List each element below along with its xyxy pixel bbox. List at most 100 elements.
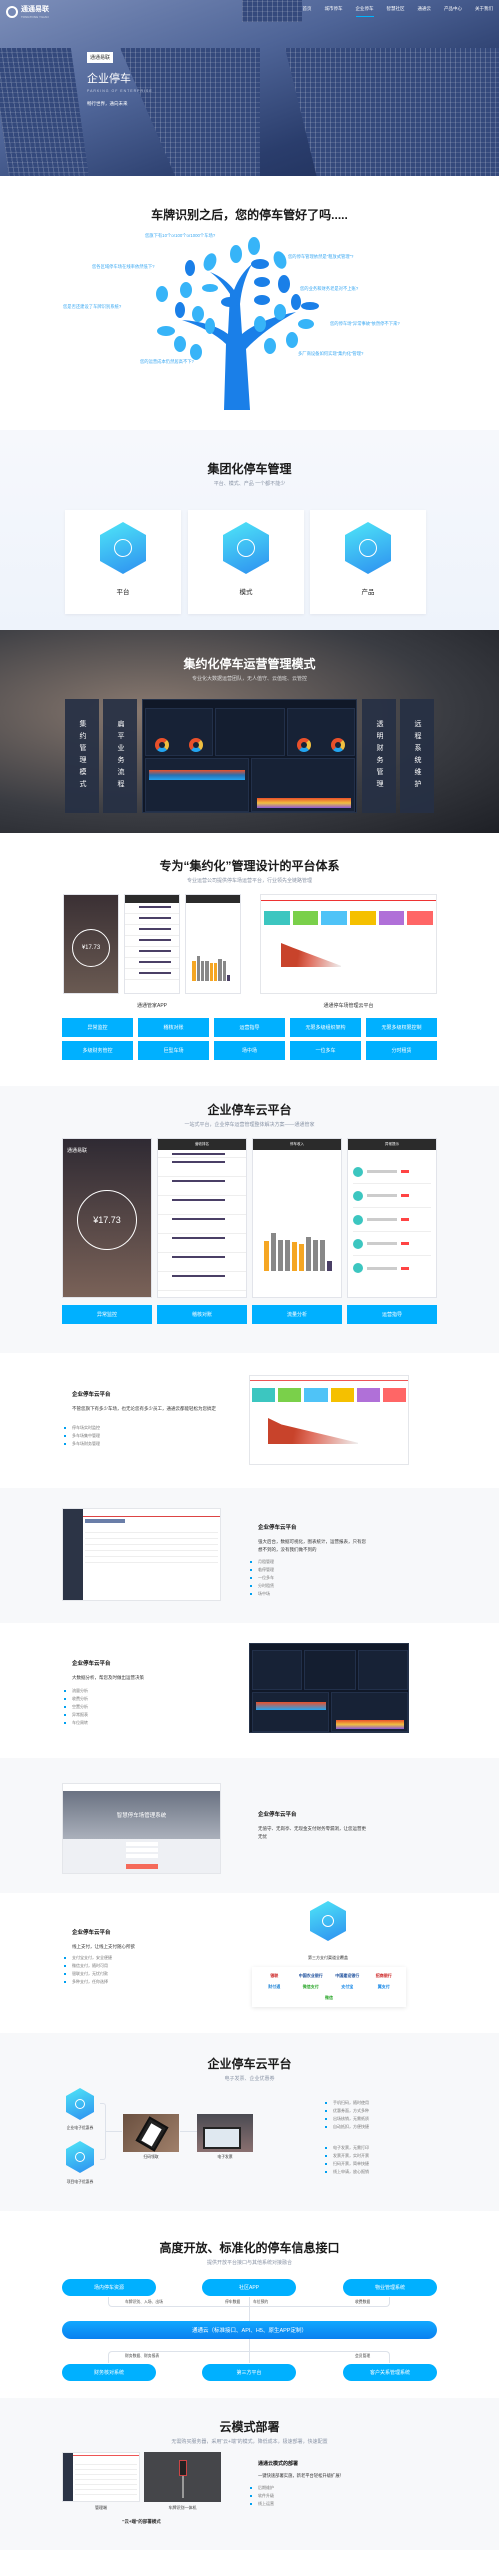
- api-node[interactable]: 场内停车资源: [62, 2279, 156, 2296]
- lpr-camera-photo: [144, 2452, 221, 2502]
- list-item: 停车场实时监控: [64, 1424, 100, 1432]
- feature-button[interactable]: 运营指导: [347, 1305, 437, 1324]
- feature-button[interactable]: 稽核对账: [157, 1305, 247, 1324]
- abc-bank-logo: 中国农业银行: [298, 1973, 323, 1979]
- api-label: 车牌识别、入场、出场: [125, 2300, 163, 2304]
- invoice-list: 电子发票，无需打印 发票开票，实时开票 扫码开票，简单快捷 线上申请，放心报销: [325, 2144, 369, 2176]
- list-item: 软件升级: [250, 2492, 274, 2500]
- web-label: 通通停车场管理云平台: [323, 1003, 374, 1009]
- list-item: 一位多车: [250, 1574, 274, 1582]
- wechat-pay-logo: 微信支付: [302, 1983, 319, 1989]
- list-item: 线上运营: [250, 2500, 274, 2508]
- section-subtitle: 电子发票、企业优惠券: [224, 2076, 275, 2082]
- list-item: 多种支付，任你选择: [64, 1978, 112, 1986]
- scan-photo: [123, 2114, 179, 2152]
- list-item: 分时租赁: [250, 1582, 274, 1590]
- feature-button[interactable]: 无限多级组织架构: [290, 1018, 361, 1037]
- feature-button[interactable]: 多级财务管控: [62, 1041, 133, 1060]
- nav-cloud[interactable]: 通通云: [418, 6, 432, 17]
- feature-button[interactable]: 巨型车场: [138, 1041, 209, 1060]
- app-ranking-screenshot: [124, 894, 180, 994]
- nav-about[interactable]: 关于我们: [475, 6, 493, 17]
- image-caption: 管理端: [95, 2505, 107, 2510]
- hexagon-box-icon: [345, 522, 391, 574]
- app-home-screenshot: ¥17.73: [63, 894, 119, 994]
- feature-desc: 强大后台，数据可视化，图表统计，运营报表，只有您想不到的，没有我们做不到的: [258, 1539, 366, 1552]
- feature-row: 智慧停车场管理系统 企业停车云平台 无值守、无岗亭、无现金支付财务零漏洞，让您运…: [0, 1758, 499, 1893]
- hex-label: 企业电子优惠券: [66, 2126, 94, 2130]
- login-banner-title: 智慧停车场管理系统: [63, 1791, 220, 1839]
- nav-enterprise-parking[interactable]: 企业停车: [355, 6, 374, 17]
- nav-smart-community[interactable]: 智慧社区: [387, 6, 405, 17]
- app-label: 通通管家APP: [136, 1003, 167, 1009]
- list-item: 收费分析: [64, 1695, 88, 1703]
- feature-button[interactable]: 无限多级权限控制: [366, 1018, 437, 1037]
- management-screenshot: [62, 2452, 140, 2502]
- app-home-screenshot: 通通易联 ¥17.73: [62, 1138, 152, 1298]
- feature-desc: 大数据分析，帮您及时做出运营决策: [72, 1675, 144, 1680]
- dashboard-screenshot: [142, 699, 357, 813]
- section-title: 专为“集约化”管理设计的平台体系: [159, 859, 340, 873]
- tree-question: 您的运营成本仍然居高不下?: [140, 359, 194, 364]
- nav-products[interactable]: 产品中心: [444, 6, 462, 17]
- nav-city-parking[interactable]: 城市停车: [325, 6, 343, 17]
- feature-title: 企业停车云平台: [258, 1812, 297, 1818]
- feature-button[interactable]: 运营指导: [214, 1018, 285, 1037]
- feature-button[interactable]: 稽核对账: [138, 1018, 209, 1037]
- cloud-platform-section: 企业停车云平台 一站式平台，企业停车运营管理整体解决方案——通通管家 通通易联 …: [0, 1086, 499, 1353]
- section-title: 企业停车云平台: [207, 1103, 292, 1117]
- card-product[interactable]: 产品: [310, 510, 426, 614]
- api-node[interactable]: 第三方平台: [202, 2364, 296, 2381]
- building-image: [242, 0, 302, 22]
- hexagon-mode-icon: [223, 522, 269, 574]
- hex-label: 项目电子优惠券: [66, 2180, 94, 2184]
- section-subtitle: 提供开放平台接口与其他系统对接融合: [206, 2260, 292, 2266]
- api-label: 财务数据、财务报表: [125, 2354, 160, 2358]
- deploy-mode-label: “云+端”的部署模式: [122, 2519, 161, 2524]
- alipay-logo: 支付宝: [341, 1983, 354, 1989]
- feature-desc: 无值守、无岗亭、无现金支付财务零漏洞，让您运营更无忧: [258, 1826, 366, 1839]
- api-node[interactable]: 客户关系管理系统: [343, 2364, 437, 2381]
- screen-title: 营收排名: [158, 1139, 246, 1150]
- unionpay-logo: 银联: [270, 1973, 279, 1979]
- panel-flat-process: 扁平业务流程: [103, 699, 137, 813]
- app-alert-screenshot: 异常提示: [347, 1138, 437, 1298]
- brand-logo[interactable]: 通通易联 TONGTONG YILIAN: [6, 4, 49, 20]
- feature-row: 企业停车云平台 大数据分析，帮您及时做出运营决策 流量分析 收费分析 空置分析 异常报…: [0, 1623, 499, 1758]
- feature-title: 企业停车云平台: [72, 1661, 111, 1667]
- api-label: 会员管理: [355, 2354, 371, 2358]
- feature-button[interactable]: 一位多车: [290, 1041, 361, 1060]
- feature-button[interactable]: 场中场: [214, 1041, 285, 1060]
- feature-list: 月租管理 临停管理 一位多车 分时租赁 场中场: [250, 1558, 274, 1598]
- hero-subtitle-en: PARKING OF ENTERPRISE: [87, 89, 153, 93]
- feature-row: 企业停车云平台 强大后台，数据可视化，图表统计，运营报表，只有您想不到的，没有我…: [0, 1488, 499, 1623]
- hero-banner: 通通易联 TONGTONG YILIAN 首页 城市停车 企业停车 智慧社区 通通…: [0, 0, 499, 176]
- hero-title: 企业停车: [87, 73, 131, 85]
- list-item: 临停管理: [250, 1566, 274, 1574]
- feature-button[interactable]: 异常监控: [62, 1018, 133, 1037]
- app-ranking-screenshot: 营收排名: [157, 1138, 247, 1298]
- feature-button[interactable]: 分时租赁: [366, 1041, 437, 1060]
- app-income-amount: ¥17.73: [72, 929, 110, 967]
- section-subtitle: 专业化大数据运营团队，无人值守、云值班、云管控: [191, 676, 307, 682]
- tree-question: 您各区域停车场在线率依然低下?: [92, 264, 155, 269]
- nav-home[interactable]: 首页: [303, 6, 312, 17]
- section-title: 高度开放、标准化的停车信息接口: [159, 2241, 340, 2255]
- api-node[interactable]: 社区APP: [202, 2279, 296, 2296]
- section-subtitle: 专业运营公司提供停车场运营平台，行业领先全链路管理: [186, 878, 312, 884]
- hexagon-coupon-icon: [66, 2088, 94, 2120]
- feature-button[interactable]: 流量分析: [252, 1305, 342, 1324]
- group-management-section: 集团化停车管理 平台、模式、产品 一个都不能少 平台 模式 产品: [0, 430, 499, 630]
- tree-question: 您的业务和财务老是对不上账?: [300, 286, 359, 291]
- api-node[interactable]: 物业管理系统: [343, 2279, 437, 2296]
- api-node[interactable]: 财务核对系统: [62, 2364, 156, 2381]
- card-platform[interactable]: 平台: [65, 510, 181, 614]
- card-mode[interactable]: 模式: [188, 510, 304, 614]
- feature-button[interactable]: 异常监控: [62, 1305, 152, 1324]
- list-item: 月租管理: [250, 1558, 274, 1566]
- tongtong-cloud-core[interactable]: 通通云（标准接口、API、H5、原生APP定制）: [62, 2321, 437, 2339]
- connector-line: [106, 2131, 122, 2132]
- list-item: 异常报表: [64, 1711, 88, 1719]
- invoice-photo: [197, 2114, 253, 2152]
- connector-line: [180, 2131, 197, 2132]
